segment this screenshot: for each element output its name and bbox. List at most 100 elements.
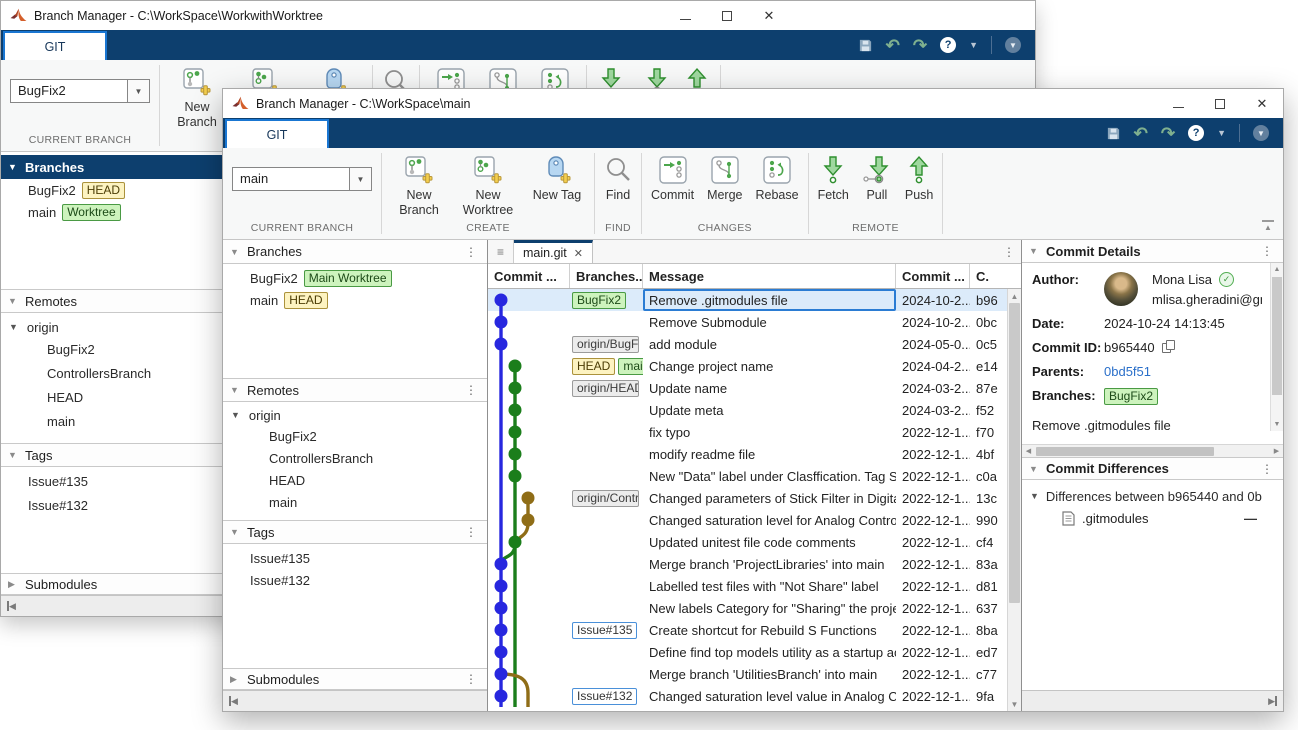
fetch-button[interactable]: Fetch (818, 155, 849, 203)
collapse-right-icon[interactable]: ▶ (1268, 696, 1277, 707)
scroll-down-icon[interactable]: ▼ (1271, 418, 1283, 431)
current-branch-combobox[interactable]: main ▼ (232, 167, 372, 191)
table-row[interactable]: origin/ControllersBranch Changed paramet… (488, 487, 1007, 509)
chevron-down-icon[interactable]: ▼ (969, 40, 978, 50)
tag-item[interactable]: Issue#135 (223, 547, 487, 569)
undo-icon[interactable]: ↶ (886, 37, 900, 54)
table-row[interactable]: New "Data" label under Clasffication. Ta… (488, 465, 1007, 487)
section-tags[interactable]: ▼ Tags ⋮ (223, 520, 487, 544)
kebab-menu-icon[interactable]: ⋮ (997, 240, 1021, 263)
front-window[interactable]: Branch Manager - C:\WorkSpace\main ✕ GIT… (222, 88, 1284, 712)
front-titlebar[interactable]: Branch Manager - C:\WorkSpace\main ✕ (223, 89, 1283, 118)
close-button[interactable]: ✕ (748, 1, 790, 30)
collapse-arrow-icon[interactable]: ▼ (230, 527, 240, 537)
parent-commit-link[interactable]: 0bd5f51 (1104, 364, 1151, 379)
expand-arrow-icon[interactable]: ▶ (230, 674, 240, 685)
tag-item[interactable]: Issue#132 (223, 569, 487, 591)
new-worktree-button[interactable]: New Worktree (460, 155, 516, 218)
table-row[interactable]: New labels Category for "Sharing" the pr… (488, 597, 1007, 619)
column-header[interactable]: Commit ... (896, 264, 970, 288)
table-row[interactable]: Updated unitest file code comments 2022-… (488, 531, 1007, 553)
section-remotes[interactable]: ▼ Remotes ⋮ (223, 378, 487, 402)
table-row[interactable]: origin/BugFix2 add module 2024-05-0... 0… (488, 333, 1007, 355)
minimize-button[interactable] (1157, 89, 1199, 118)
table-row[interactable]: Remove Submodule 2024-10-2... 0bc (488, 311, 1007, 333)
collapse-arrow-icon[interactable]: ▼ (1030, 491, 1039, 501)
new-branch-button[interactable]: New Branch (391, 155, 447, 218)
table-row[interactable]: Labelled test files with "Not Share" lab… (488, 575, 1007, 597)
table-row[interactable]: Merge branch 'ProjectLibraries' into mai… (488, 553, 1007, 575)
scroll-up-icon[interactable]: ▲ (1271, 263, 1283, 276)
scroll-down-icon[interactable]: ▼ (1008, 697, 1021, 711)
pull-button[interactable]: Pull (862, 155, 892, 203)
find-button[interactable]: Find (604, 155, 632, 203)
scrollbar-thumb[interactable] (1009, 303, 1020, 603)
help-icon[interactable]: ? (1188, 125, 1204, 141)
table-row[interactable]: Changed saturation level for Analog Cont… (488, 509, 1007, 531)
commit-button[interactable]: Commit (651, 155, 694, 203)
diff-file-row[interactable]: .gitmodules — (1022, 506, 1283, 530)
collapse-arrow-icon[interactable]: ▼ (8, 450, 18, 460)
table-row[interactable]: Merge branch 'UtilitiesBranch' into main… (488, 663, 1007, 685)
collapse-ribbon-button[interactable]: ▲ (1262, 220, 1274, 232)
table-row[interactable]: fix typo 2022-12-1... f70 (488, 421, 1007, 443)
close-icon[interactable]: ✕ (574, 247, 583, 260)
table-row[interactable]: origin/HEAD Update name 2024-03-2... 87e (488, 377, 1007, 399)
scroll-up-icon[interactable]: ▲ (1008, 289, 1021, 303)
tag-item[interactable]: Issue#135 (1, 469, 240, 493)
back-titlebar[interactable]: Branch Manager - C:\WorkSpace\WorkwithWo… (1, 1, 1035, 30)
chevron-down-icon[interactable]: ▼ (127, 80, 149, 102)
sidebar-collapse-bar[interactable]: ◀ (1, 595, 240, 616)
collapse-arrow-icon[interactable]: ▼ (1029, 464, 1039, 474)
collapse-arrow-icon[interactable]: ▼ (8, 162, 18, 172)
push-button[interactable]: Push (905, 155, 934, 203)
section-submodules[interactable]: ▶ Submodules ⋮ (223, 668, 487, 690)
table-row[interactable]: BugFix2 Remove .gitmodules file 2024-10-… (488, 289, 1007, 311)
redo-icon[interactable]: ↷ (1161, 125, 1175, 142)
save-icon[interactable] (858, 38, 873, 53)
details-hscrollbar[interactable]: ◀ ▶ (1022, 444, 1283, 457)
kebab-menu-icon[interactable]: ⋮ (462, 383, 480, 397)
expand-arrow-icon[interactable]: ▶ (8, 579, 18, 590)
remote-branch[interactable]: HEAD (223, 469, 487, 491)
chevron-down-icon[interactable]: ▼ (1217, 128, 1226, 138)
remote-branch[interactable]: main (1, 409, 240, 433)
kebab-menu-icon[interactable]: ⋮ (462, 245, 480, 259)
collapse-arrow-icon[interactable]: ▼ (230, 247, 240, 257)
collapse-left-icon[interactable]: ◀ (229, 696, 238, 707)
column-header[interactable]: C. (970, 264, 1021, 288)
current-branch-combobox[interactable]: BugFix2 ▼ (10, 79, 150, 103)
section-remotes[interactable]: ▼ Remotes (1, 289, 240, 313)
remote-origin[interactable]: ▼origin (1, 317, 240, 337)
section-tags[interactable]: ▼ Tags (1, 443, 240, 467)
remote-branch[interactable]: BugFix2 (1, 337, 240, 361)
remote-origin[interactable]: ▼origin (223, 405, 487, 425)
details-collapse-bar[interactable]: ▶ (1022, 690, 1283, 711)
close-button[interactable]: ✕ (1241, 89, 1283, 118)
section-submodules[interactable]: ▶ Submodules (1, 573, 240, 595)
collapse-arrow-icon[interactable]: ▼ (8, 296, 18, 306)
collapse-arrow-icon[interactable]: ▼ (1029, 246, 1039, 256)
column-header[interactable]: Branches... (570, 264, 643, 288)
new-branch-button[interactable]: New Branch (169, 67, 225, 130)
branch-item[interactable]: BugFix2 HEAD (1, 179, 240, 201)
branch-item[interactable]: main HEAD (223, 289, 487, 311)
table-row[interactable]: HEADmain Change project name 2024-04-2..… (488, 355, 1007, 377)
collapse-left-icon[interactable]: ◀ (7, 601, 16, 612)
maximize-button[interactable] (1199, 89, 1241, 118)
remote-branch[interactable]: ControllersBranch (1, 361, 240, 385)
maximize-button[interactable] (706, 1, 748, 30)
remote-branch[interactable]: HEAD (1, 385, 240, 409)
remote-branch[interactable]: ControllersBranch (223, 447, 487, 469)
tab-git[interactable]: GIT (3, 31, 107, 60)
quick-access-menu-icon[interactable]: ▼ (1253, 125, 1269, 141)
table-row[interactable]: Issue#135 Create shortcut for Rebuild S … (488, 619, 1007, 641)
tab-git[interactable]: GIT (225, 119, 329, 148)
kebab-menu-icon[interactable]: ⋮ (1258, 244, 1276, 258)
undo-icon[interactable]: ↶ (1134, 125, 1148, 142)
minimize-button[interactable] (664, 1, 706, 30)
commit-details-header[interactable]: ▼ Commit Details ⋮ (1022, 240, 1283, 263)
scroll-right-icon[interactable]: ▶ (1270, 445, 1283, 457)
table-row[interactable]: Issue#132 Changed saturation level value… (488, 685, 1007, 707)
redo-icon[interactable]: ↷ (913, 37, 927, 54)
